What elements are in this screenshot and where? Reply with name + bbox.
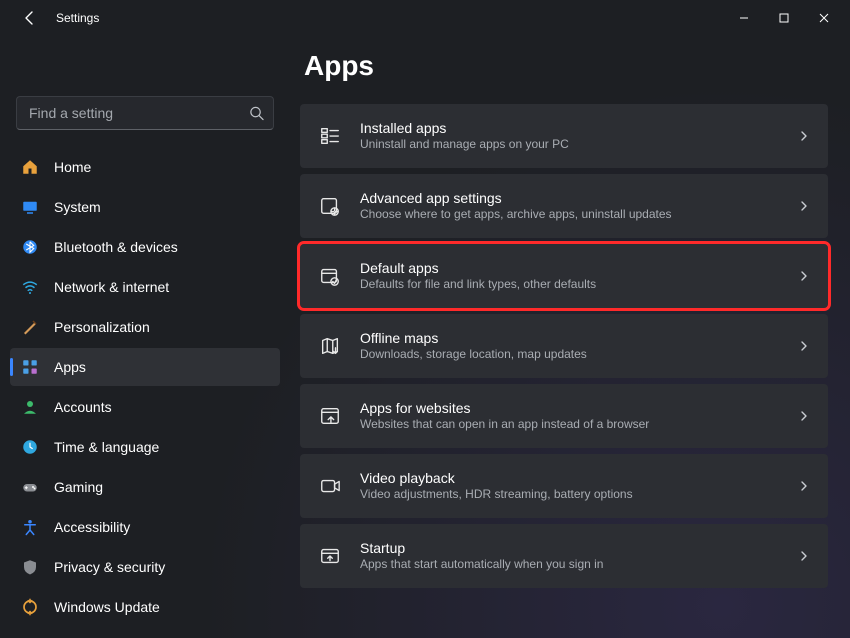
window-controls	[724, 3, 844, 33]
card-text: StartupApps that start automatically whe…	[360, 539, 603, 573]
card-subtitle: Downloads, storage location, map updates	[360, 347, 587, 363]
sidebar-item-label: Bluetooth & devices	[54, 239, 178, 255]
nav-list: Home System Bluetooth & devices Network & i…	[10, 148, 280, 626]
card-text: Advanced app settingsChoose where to get…	[360, 189, 672, 223]
sidebar-item-bluetooth[interactable]: Bluetooth & devices	[10, 228, 280, 266]
sidebar-item-label: Windows Update	[54, 599, 160, 615]
chevron-right-icon	[798, 200, 810, 212]
sidebar: Home System Bluetooth & devices Network & i…	[0, 36, 290, 638]
home-icon	[20, 157, 40, 177]
sidebar-item-home[interactable]: Home	[10, 148, 280, 186]
system-icon	[20, 197, 40, 217]
default-icon	[318, 264, 342, 288]
accessibility-icon	[20, 517, 40, 537]
card-title: Default apps	[360, 259, 596, 277]
card-subtitle: Uninstall and manage apps on your PC	[360, 137, 569, 153]
time-icon	[20, 437, 40, 457]
chevron-right-icon	[798, 270, 810, 282]
installed-icon	[318, 124, 342, 148]
sidebar-item-label: Privacy & security	[54, 559, 165, 575]
sidebar-item-apps[interactable]: Apps	[10, 348, 280, 386]
sidebar-item-update[interactable]: Windows Update	[10, 588, 280, 626]
sidebar-item-time[interactable]: Time & language	[10, 428, 280, 466]
sidebar-item-network[interactable]: Network & internet	[10, 268, 280, 306]
sidebar-item-label: Time & language	[54, 439, 159, 455]
maximize-button[interactable]	[764, 3, 804, 33]
chevron-right-icon	[798, 550, 810, 562]
card-subtitle: Choose where to get apps, archive apps, …	[360, 207, 672, 223]
sidebar-item-label: System	[54, 199, 101, 215]
sidebar-item-label: Gaming	[54, 479, 103, 495]
card-advanced[interactable]: Advanced app settingsChoose where to get…	[300, 174, 828, 238]
card-title: Advanced app settings	[360, 189, 672, 207]
sidebar-item-label: Network & internet	[54, 279, 169, 295]
card-title: Startup	[360, 539, 603, 557]
search-input[interactable]	[16, 96, 274, 130]
card-text: Installed appsUninstall and manage apps …	[360, 119, 569, 153]
sidebar-item-privacy[interactable]: Privacy & security	[10, 548, 280, 586]
sidebar-item-label: Accessibility	[54, 519, 130, 535]
chevron-right-icon	[798, 130, 810, 142]
update-icon	[20, 597, 40, 617]
card-title: Video playback	[360, 469, 633, 487]
privacy-icon	[20, 557, 40, 577]
card-maps[interactable]: Offline mapsDownloads, storage location,…	[300, 314, 828, 378]
card-list: Installed appsUninstall and manage apps …	[300, 104, 828, 588]
card-text: Apps for websitesWebsites that can open …	[360, 399, 649, 433]
sidebar-item-personalization[interactable]: Personalization	[10, 308, 280, 346]
advanced-icon	[318, 194, 342, 218]
card-title: Installed apps	[360, 119, 569, 137]
window-title: Settings	[56, 11, 99, 25]
close-icon	[819, 13, 829, 23]
sidebar-item-label: Apps	[54, 359, 86, 375]
bluetooth-icon	[20, 237, 40, 257]
card-installed[interactable]: Installed appsUninstall and manage apps …	[300, 104, 828, 168]
body: Home System Bluetooth & devices Network & i…	[0, 36, 850, 638]
network-icon	[20, 277, 40, 297]
sidebar-item-gaming[interactable]: Gaming	[10, 468, 280, 506]
arrow-left-icon	[22, 10, 38, 26]
titlebar: Settings	[0, 0, 850, 36]
card-subtitle: Defaults for file and link types, other …	[360, 277, 596, 293]
gaming-icon	[20, 477, 40, 497]
sidebar-item-accessibility[interactable]: Accessibility	[10, 508, 280, 546]
card-text: Default appsDefaults for file and link t…	[360, 259, 596, 293]
minimize-button[interactable]	[724, 3, 764, 33]
card-title: Offline maps	[360, 329, 587, 347]
startup-icon	[318, 544, 342, 568]
sidebar-item-accounts[interactable]: Accounts	[10, 388, 280, 426]
personalization-icon	[20, 317, 40, 337]
card-subtitle: Video adjustments, HDR streaming, batter…	[360, 487, 633, 503]
card-video[interactable]: Video playbackVideo adjustments, HDR str…	[300, 454, 828, 518]
maps-icon	[318, 334, 342, 358]
minimize-icon	[739, 13, 749, 23]
back-button[interactable]	[18, 6, 42, 30]
sidebar-item-label: Accounts	[54, 399, 112, 415]
search-icon	[249, 106, 264, 121]
card-text: Video playbackVideo adjustments, HDR str…	[360, 469, 633, 503]
close-button[interactable]	[804, 3, 844, 33]
chevron-right-icon	[798, 340, 810, 352]
search-box	[16, 96, 274, 130]
page-title: Apps	[304, 50, 828, 82]
sidebar-item-label: Personalization	[54, 319, 150, 335]
chevron-right-icon	[798, 480, 810, 492]
websites-icon	[318, 404, 342, 428]
apps-icon	[20, 357, 40, 377]
video-icon	[318, 474, 342, 498]
main-content: Apps Installed appsUninstall and manage …	[290, 36, 850, 638]
chevron-right-icon	[798, 410, 810, 422]
card-startup[interactable]: StartupApps that start automatically whe…	[300, 524, 828, 588]
card-title: Apps for websites	[360, 399, 649, 417]
card-subtitle: Apps that start automatically when you s…	[360, 557, 603, 573]
accounts-icon	[20, 397, 40, 417]
sidebar-item-system[interactable]: System	[10, 188, 280, 226]
maximize-icon	[779, 13, 789, 23]
card-default[interactable]: Default appsDefaults for file and link t…	[300, 244, 828, 308]
card-websites[interactable]: Apps for websitesWebsites that can open …	[300, 384, 828, 448]
card-text: Offline mapsDownloads, storage location,…	[360, 329, 587, 363]
card-subtitle: Websites that can open in an app instead…	[360, 417, 649, 433]
settings-window: Settings HomeSystemBluetooth & de	[0, 0, 850, 638]
sidebar-item-label: Home	[54, 159, 91, 175]
